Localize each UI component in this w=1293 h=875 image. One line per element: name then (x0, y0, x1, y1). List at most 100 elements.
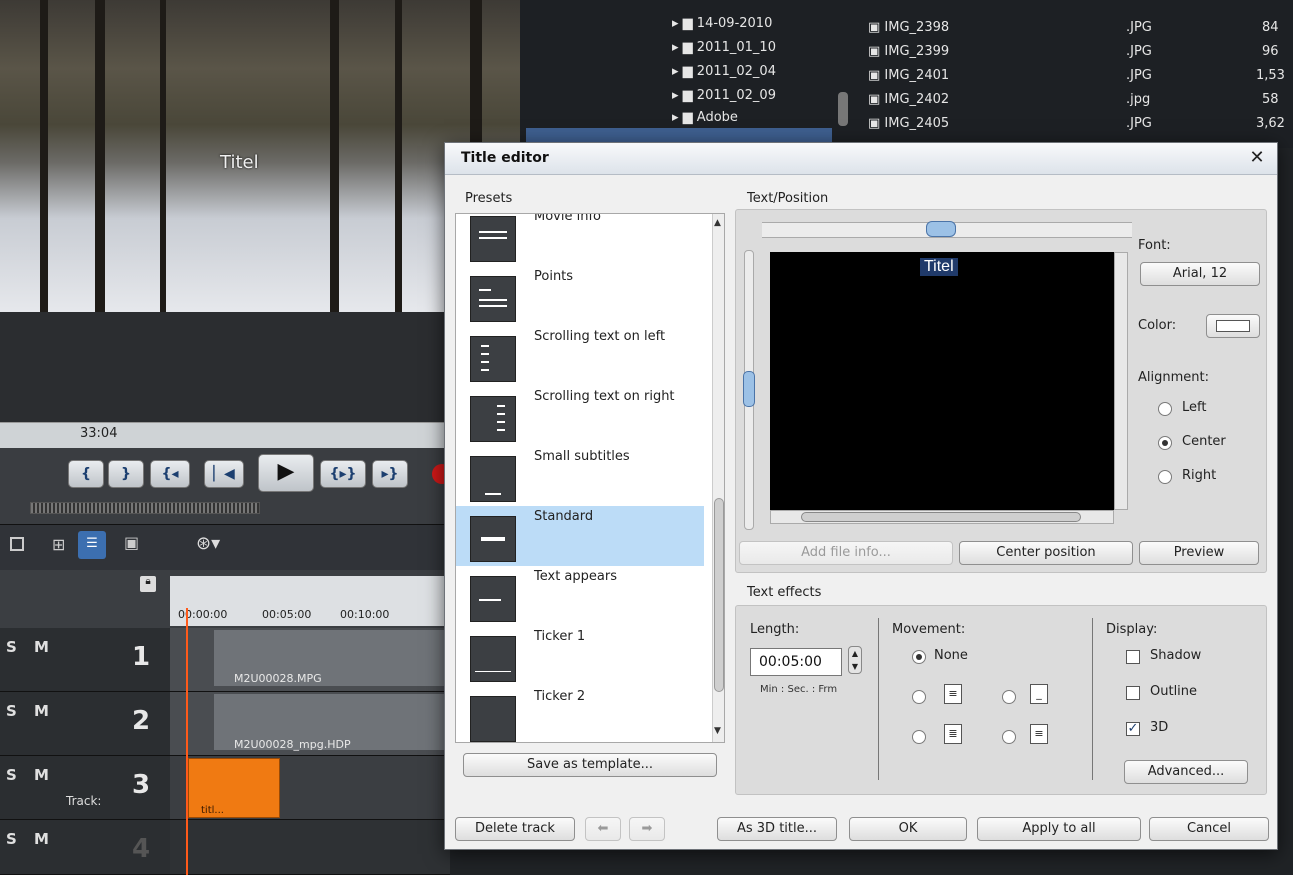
preset-scrolling-left[interactable]: Scrolling text on left (456, 326, 702, 386)
movement-none-radio[interactable] (912, 650, 926, 664)
jog-wheel[interactable] (30, 502, 260, 514)
file-item[interactable]: ▣ IMG_2398 (868, 20, 949, 35)
title-preview-canvas[interactable] (770, 252, 1114, 510)
horizontal-position-slider[interactable] (762, 221, 1132, 238)
track-controls[interactable]: S M (6, 638, 55, 656)
movement-center-radio[interactable] (912, 730, 926, 744)
align-center-radio[interactable] (1158, 436, 1172, 450)
file-size: 1,53 (1256, 68, 1285, 83)
folder-item[interactable]: ▸ ▆ Adobe (672, 110, 738, 125)
movement-none-label: None (934, 648, 968, 663)
position-bar[interactable]: 33:04 (0, 422, 450, 448)
preset-thumbnail (470, 516, 516, 562)
preview-button[interactable]: Preview (1139, 541, 1259, 565)
preset-ticker-2[interactable]: Ticker 2 (456, 686, 702, 742)
scene-icon[interactable]: ▣ (124, 533, 139, 552)
save-as-template-button[interactable]: Save as template... (463, 753, 717, 777)
preset-points[interactable]: Points (456, 266, 702, 326)
folder-item[interactable]: ▸ ▆ 14-09-2010 (672, 16, 772, 31)
folder-item[interactable]: ▸ ▆ 2011_02_09 (672, 88, 776, 103)
title-clip[interactable]: titl... (188, 758, 280, 818)
track-controls[interactable]: S M (6, 766, 55, 784)
add-file-info-button[interactable]: Add file info... (739, 541, 953, 565)
go-to-in-button[interactable]: {◂ (150, 460, 190, 488)
track-number: 1 (132, 642, 151, 672)
as-3d-title-button[interactable]: As 3D title... (717, 817, 837, 841)
track-controls[interactable]: S M (6, 830, 55, 848)
ok-button[interactable]: OK (849, 817, 967, 841)
track-row-1: M2U00028.MPG (170, 628, 450, 692)
file-ext: .JPG (1126, 20, 1152, 35)
film-reel-icon[interactable]: ⊛▾ (196, 533, 220, 554)
preset-thumbnail (470, 696, 516, 742)
folder-item[interactable]: ▸ ▆ 2011_01_10 (672, 40, 776, 55)
apply-to-all-button[interactable]: Apply to all (977, 817, 1141, 841)
length-stepper[interactable]: ▲ ▼ (848, 646, 862, 674)
canvas-title-text[interactable]: Titel (920, 258, 958, 276)
movement-bottom-icon: _ (1030, 684, 1048, 704)
mark-out-button[interactable]: } (108, 460, 144, 488)
color-button[interactable] (1206, 314, 1260, 338)
forward-arrow-icon[interactable]: ➡ (629, 817, 665, 841)
shadow-checkbox[interactable] (1126, 650, 1140, 664)
movement-label: Movement: (892, 622, 966, 637)
close-icon[interactable]: ✕ (1245, 147, 1269, 169)
shadow-label: Shadow (1150, 648, 1202, 663)
movement-top-icon: ≡ (1030, 724, 1048, 744)
playhead[interactable] (186, 608, 188, 875)
storyboard-icon[interactable]: ⊞ (52, 535, 65, 554)
track-controls[interactable]: S M (6, 702, 55, 720)
align-left-radio[interactable] (1158, 402, 1172, 416)
cancel-button[interactable]: Cancel (1149, 817, 1269, 841)
lock-icon[interactable]: 🔒︎ (140, 576, 156, 592)
track-number: 3 (132, 770, 151, 800)
play-button[interactable]: ▶ (258, 454, 314, 492)
presets-scrollbar[interactable]: ▲ ▼ (712, 214, 724, 742)
play-marked-button[interactable]: {▸} (320, 460, 366, 488)
go-to-out-button[interactable]: ▸} (372, 460, 408, 488)
align-right-radio[interactable] (1158, 470, 1172, 484)
single-view-icon[interactable] (10, 537, 24, 551)
file-item[interactable]: ▣ IMG_2401 (868, 68, 949, 83)
movement-top-radio[interactable] (1002, 730, 1016, 744)
advanced-button[interactable]: Advanced... (1124, 760, 1248, 784)
canvas-horizontal-scrollbar[interactable] (770, 510, 1114, 524)
outline-checkbox[interactable] (1126, 686, 1140, 700)
font-button[interactable]: Arial, 12 (1140, 262, 1260, 286)
outline-label: Outline (1150, 684, 1198, 699)
mark-in-button[interactable]: { (68, 460, 104, 488)
canvas-vertical-scrollbar[interactable] (1114, 252, 1128, 510)
preset-movie-info[interactable]: Movie info (456, 214, 702, 266)
preset-scrolling-right[interactable]: Scrolling text on right (456, 386, 702, 446)
center-position-button[interactable]: Center position (959, 541, 1133, 565)
preset-thumbnail (470, 636, 516, 682)
preset-text-appears[interactable]: Text appears (456, 566, 702, 626)
file-item[interactable]: ▣ IMG_2399 (868, 44, 949, 59)
dialog-titlebar[interactable]: Title editor ✕ (445, 143, 1277, 175)
vertical-position-slider[interactable] (743, 250, 755, 530)
3d-checkbox[interactable]: ✓ (1126, 722, 1140, 736)
preset-small-subtitles[interactable]: Small subtitles (456, 446, 702, 506)
delete-track-button[interactable]: Delete track (455, 817, 575, 841)
movement-down-radio[interactable] (1002, 690, 1016, 704)
preset-standard[interactable]: Standard (456, 506, 704, 566)
back-arrow-icon[interactable]: ⬅ (585, 817, 621, 841)
folder-item[interactable]: ▸ ▆ 2011_02_04 (672, 64, 776, 79)
dialog-title: Title editor (461, 150, 549, 166)
align-left-label: Left (1182, 400, 1207, 415)
video-clip[interactable]: M2U00028.MPG (214, 630, 450, 686)
audio-clip[interactable]: M2U00028_mpg.HDP (214, 694, 450, 751)
track-header-3: S M Track: 3 (0, 756, 170, 820)
preview-area (0, 312, 520, 422)
timeline-mode-icon[interactable]: ☰ (78, 531, 106, 559)
file-item[interactable]: ▣ IMG_2402 (868, 92, 949, 107)
length-input[interactable]: 00:05:00 (750, 648, 842, 676)
presets-list: Movie info Points Scrolling text on left… (455, 213, 725, 743)
movement-up-radio[interactable] (912, 690, 926, 704)
timeline-ruler[interactable]: 🔒︎ 00:00:00 00:05:00 00:10:00 (0, 570, 450, 628)
file-item[interactable]: ▣ IMG_2405 (868, 116, 949, 131)
text-effects-panel: Length: 00:05:00 ▲ ▼ Min : Sec. : Frm Mov… (735, 605, 1267, 795)
preset-ticker-1[interactable]: Ticker 1 (456, 626, 702, 686)
go-to-start-button[interactable]: ▏◀ (204, 460, 244, 488)
track-header-4: S M 4 (0, 820, 170, 875)
